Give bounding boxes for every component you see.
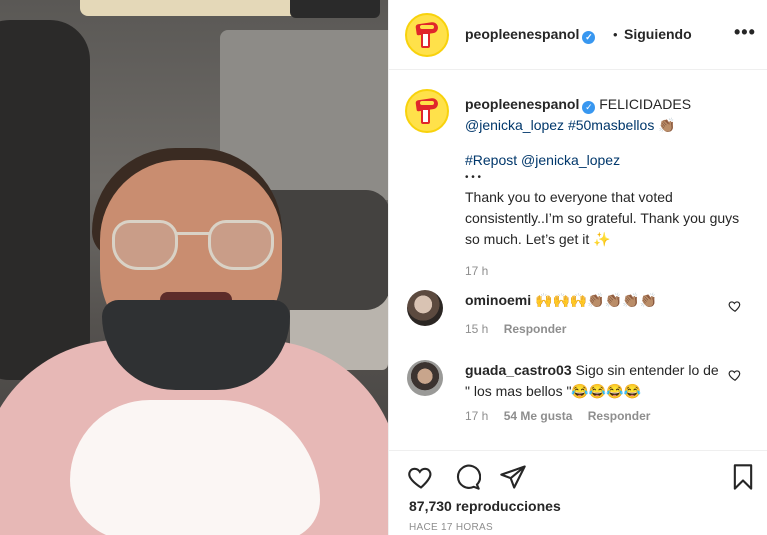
reply-button[interactable]: Responder [504,322,567,336]
comment-heart-icon[interactable] [728,299,742,313]
comment-likes[interactable]: 54 Me gusta [504,409,573,423]
hashtag-link[interactable]: #50masbellos [568,117,654,133]
bookmark-icon[interactable] [729,463,757,491]
caption-lead-text: FELICIDADES [599,96,692,112]
reply-button[interactable]: Responder [588,409,651,423]
more-options-icon[interactable]: ••• [734,22,756,43]
account-avatar[interactable] [405,13,449,57]
header-username[interactable]: peopleenespanol ✓ [465,26,596,44]
header-separator: • [613,27,618,42]
view-count[interactable]: 87,730 reproducciones [409,498,561,514]
post-timestamp[interactable]: HACE 17 HORAS [409,522,493,533]
comment-icon[interactable] [453,463,481,491]
glasses-right-lens [208,220,274,270]
commenter-avatar[interactable] [407,360,443,396]
video-player[interactable] [0,0,388,535]
repost-hashtag-link[interactable]: #Repost [465,152,517,168]
sun-visor [80,0,320,16]
caption-avatar[interactable] [405,89,449,133]
post-panel: peopleenespanol ✓ • Siguiendo ••• peoplee… [388,0,767,535]
comment-time[interactable]: 17 h [465,409,488,423]
verified-badge-icon: ✓ [582,31,596,44]
caption-username[interactable]: peopleenespanol [465,96,579,112]
post-header: peopleenespanol ✓ • Siguiendo ••• [389,0,767,70]
commenter-avatar[interactable] [407,290,443,326]
caption-body: peopleenespanol ✓ FELICIDADES @jenicka_lo… [465,94,755,278]
action-bar: 87,730 reproducciones HACE 17 HORAS [389,450,767,535]
people-logo-icon [415,21,439,49]
comment-time[interactable]: 15 h [465,322,488,336]
rearview-mirror [290,0,380,18]
comment-text: 🙌🙌🙌👏🏽👏🏽👏🏽👏🏽 [535,292,658,308]
mention-link[interactable]: @jenicka_lopez [465,117,564,133]
share-icon[interactable] [499,463,527,491]
car-door-frame [0,20,90,380]
heart-icon[interactable] [407,463,435,491]
clap-emoji: 👏🏽 [658,117,676,133]
verified-badge-icon: ✓ [582,101,596,114]
repost-mention-link[interactable]: @jenicka_lopez [521,152,620,168]
comment-username[interactable]: guada_castro03 [465,362,572,378]
comment-body: ominoemi 🙌🙌🙌👏🏽👏🏽👏🏽👏🏽 15 h Responder [465,290,725,336]
glasses-bridge [176,232,210,235]
caption-time[interactable]: 17 h [465,264,755,278]
comment-username[interactable]: ominoemi [465,292,531,308]
comment-heart-icon[interactable] [728,368,742,382]
sparkles-emoji: ✨ [593,231,611,247]
glasses-left-lens [112,220,178,270]
people-logo-icon [415,97,439,125]
following-button[interactable]: Siguiendo [624,26,692,42]
comment-body: guada_castro03 Sigo sin entender lo de "… [465,360,725,423]
caption-dots: • • • [465,172,482,183]
